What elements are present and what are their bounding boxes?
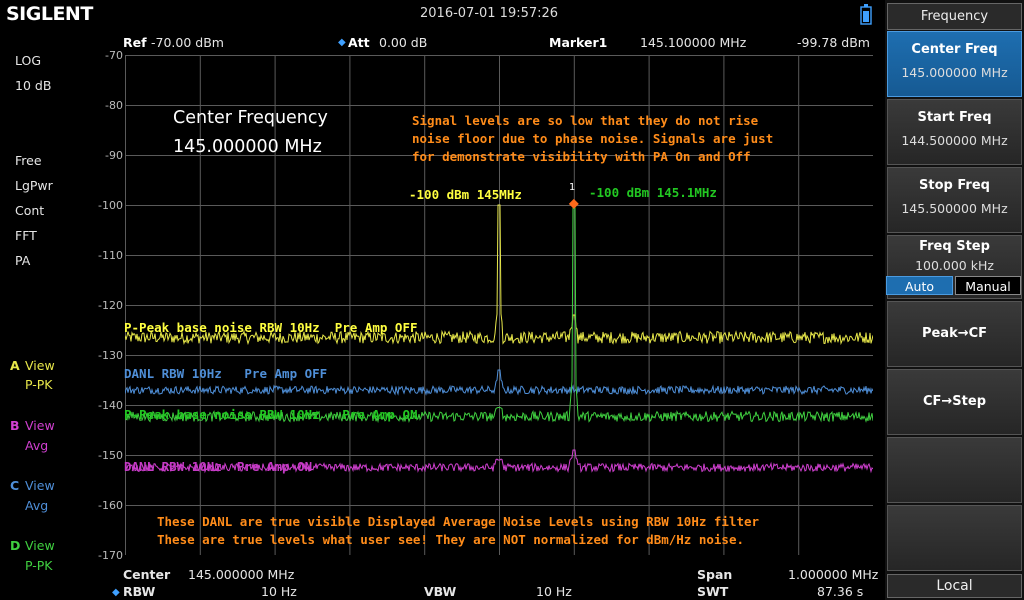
empty-softkey[interactable] <box>887 437 1022 503</box>
center-freq-button[interactable]: Center Freq 145.000000 MHz <box>887 31 1022 97</box>
sweep-type: FFT <box>15 228 37 243</box>
annotation-note-line: Signal levels are so low that they do no… <box>412 113 759 128</box>
annotation-note-line: noise floor due to phase noise. Signals … <box>412 131 774 146</box>
siglent-logo: SIGLENT <box>6 3 93 25</box>
y-tick-label: -80 <box>105 99 123 112</box>
y-tick-label: -170 <box>98 549 123 562</box>
freq-step-value: 100.000 kHz <box>915 258 994 273</box>
trace-c-state: View <box>25 478 55 493</box>
span-label: Span <box>697 567 733 582</box>
center-frequency-title: Center Frequency <box>173 108 328 128</box>
stop-freq-value: 145.500000 MHz <box>901 201 1008 216</box>
marker-number: 1 <box>569 182 576 193</box>
graticule <box>125 55 873 555</box>
peak-to-cf-button[interactable]: Peak→CF <box>887 301 1022 367</box>
y-tick-label: -150 <box>98 449 123 462</box>
trace-b-annotation: DANL RBW 10Hz Pre Amp ON <box>124 459 313 474</box>
signal1-label: -100 dBm 145MHz <box>409 187 522 202</box>
center-freq-value: 145.000000 MHz <box>901 65 1008 80</box>
freq-step-manual-toggle[interactable]: Manual <box>955 276 1021 295</box>
rbw-auto-icon: ◆ <box>112 587 120 598</box>
trace-c-annotation: DANL RBW 10Hz Pre Amp OFF <box>124 366 328 381</box>
ref-level-value: -70.00 dBm <box>151 35 224 50</box>
sweep-mode: Cont <box>15 203 45 218</box>
center-label: Center <box>123 567 171 582</box>
trace-a-annotation: P-Peak base noise RBW 10Hz Pre Amp OFF <box>124 320 418 335</box>
bottom-note-line: These DANL are true visible Displayed Av… <box>157 514 760 529</box>
y-tick-label: -120 <box>98 299 123 312</box>
stop-freq-button[interactable]: Stop Freq 145.500000 MHz <box>887 167 1022 233</box>
marker-1-icon[interactable] <box>568 198 579 209</box>
marker-level: -99.78 dBm <box>797 35 870 50</box>
center-frequency-value: 145.000000 MHz <box>173 137 322 157</box>
att-indicator-icon: ◆ <box>338 37 346 48</box>
y-tick-label: -160 <box>98 499 123 512</box>
start-freq-button[interactable]: Start Freq 144.500000 MHz <box>887 99 1022 165</box>
trace-b-mode: Avg <box>25 438 49 453</box>
preamp-status: PA <box>15 253 31 268</box>
scale-div: 10 dB <box>15 78 52 93</box>
y-tick-label: -130 <box>98 349 123 362</box>
span-value: 1.000000 MHz <box>788 567 879 582</box>
cf-to-step-button[interactable]: CF→Step <box>887 369 1022 435</box>
trace-d-state: View <box>25 538 55 553</box>
center-value: 145.000000 MHz <box>188 567 295 582</box>
trace-c-letter: C <box>10 478 20 493</box>
rbw-label: RBW <box>123 584 156 599</box>
start-freq-label: Start Freq <box>917 110 992 125</box>
trace-b-letter: B <box>10 418 20 433</box>
freq-step-label: Freq Step <box>919 239 990 254</box>
y-tick-label: -140 <box>98 399 123 412</box>
peak-to-cf-label: Peak→CF <box>921 326 988 341</box>
y-tick-label: -70 <box>105 49 123 62</box>
signal2-label: -100 dBm 145.1MHz <box>589 185 717 200</box>
attenuation-label: Att <box>348 35 370 50</box>
local-button[interactable]: Local <box>887 574 1022 598</box>
scale-type: LOG <box>15 53 42 68</box>
freq-step-auto-toggle[interactable]: Auto <box>886 276 953 295</box>
trigger-mode: Free <box>15 153 42 168</box>
rbw-value: 10 Hz <box>261 584 297 599</box>
marker-frequency: 145.100000 MHz <box>640 35 747 50</box>
y-tick-label: -100 <box>98 199 123 212</box>
trace-d-letter: D <box>10 538 21 553</box>
cf-to-step-label: CF→Step <box>922 394 986 409</box>
trace-c-mode: Avg <box>25 498 49 513</box>
spectrum-display[interactable] <box>125 55 873 555</box>
attenuation-value: 0.00 dB <box>379 35 428 50</box>
bottom-note-line: These are true levels what user see! The… <box>157 532 744 547</box>
stop-freq-label: Stop Freq <box>919 178 990 193</box>
date-time: 2016-07-01 19:57:26 <box>420 6 559 21</box>
usb-storage-icon <box>860 4 872 25</box>
marker-label: Marker1 <box>549 35 608 50</box>
trace-a-mode: P-PK <box>25 377 53 392</box>
trace-d-annotation: P-Peak base noise RBW 10Hz Pre Amp ON <box>124 407 418 422</box>
trace-d-mode: P-PK <box>25 558 53 573</box>
menu-title: Frequency <box>887 3 1022 30</box>
vbw-value: 10 Hz <box>536 584 572 599</box>
detector-type: LgPwr <box>15 178 53 193</box>
y-tick-label: -90 <box>105 149 123 162</box>
marker-layer[interactable] <box>568 198 579 209</box>
annotation-note-line: for demonstrate visibility with PA On an… <box>412 149 751 164</box>
swt-value: 87.36 s <box>817 584 864 599</box>
vbw-label: VBW <box>424 584 457 599</box>
empty-softkey[interactable] <box>887 505 1022 571</box>
trace-a-letter: A <box>10 358 20 373</box>
start-freq-value: 144.500000 MHz <box>901 133 1008 148</box>
trace-a-state: View <box>25 358 55 373</box>
center-freq-label: Center Freq <box>911 42 998 57</box>
ref-level-label: Ref <box>123 35 147 50</box>
y-tick-label: -110 <box>98 249 123 262</box>
trace-b-state: View <box>25 418 55 433</box>
swt-label: SWT <box>697 584 729 599</box>
